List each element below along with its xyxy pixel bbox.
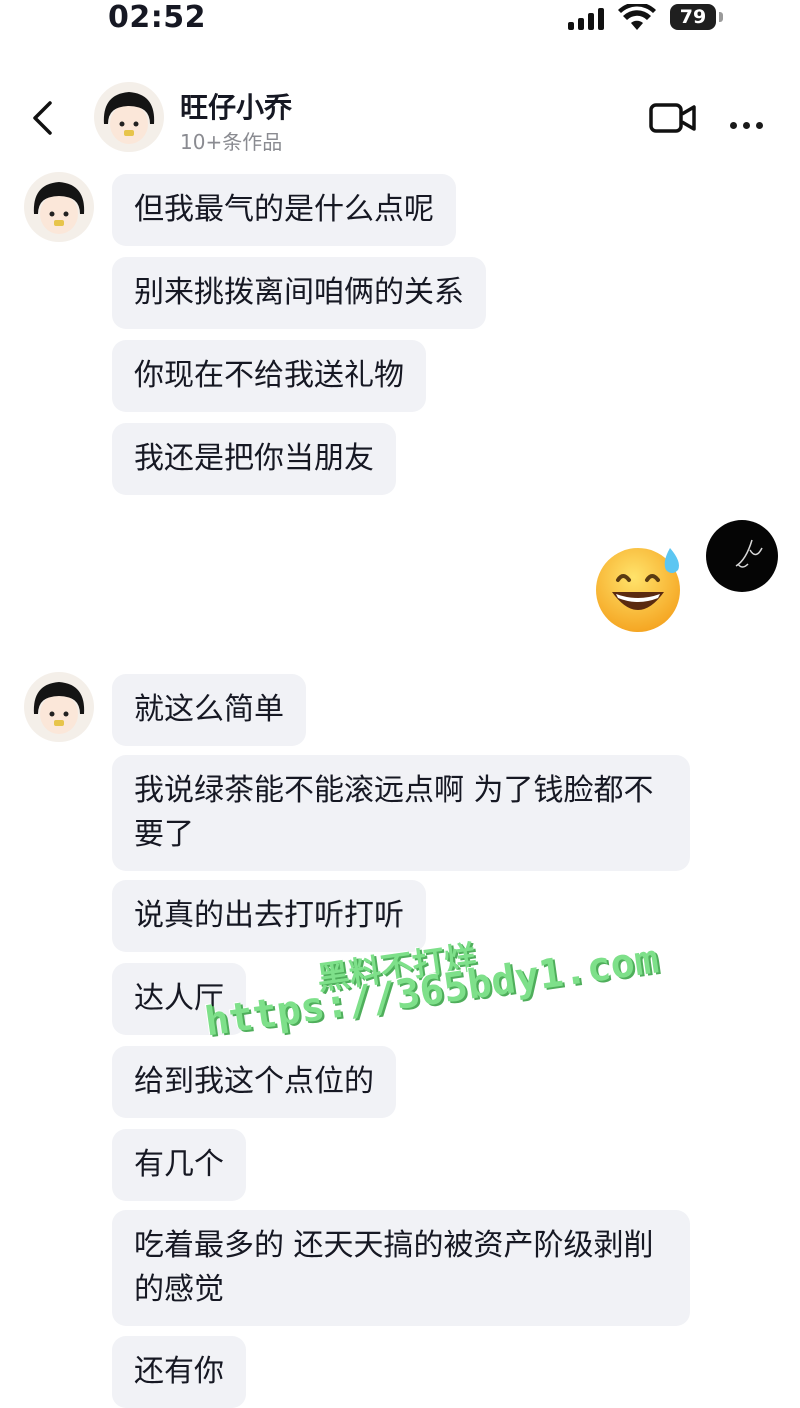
avatar[interactable]: [24, 172, 94, 242]
signal-icon: [568, 8, 608, 30]
my-avatar[interactable]: [706, 520, 778, 592]
chat-partner-name[interactable]: 旺仔小乔: [180, 86, 292, 126]
wifi-icon: [618, 4, 656, 30]
status-bar: 02:52 79: [0, 0, 800, 44]
avatar[interactable]: [24, 672, 94, 742]
message-bubble[interactable]: 给到我这个点位的: [112, 1046, 396, 1118]
message-bubble[interactable]: 就这么简单: [112, 674, 306, 746]
message-bubble[interactable]: 你现在不给我送礼物: [112, 340, 426, 412]
avatar[interactable]: [94, 82, 164, 152]
message-bubble[interactable]: 吃着最多的 还天天搞的被资产阶级剥削的感觉: [112, 1210, 690, 1326]
message-bubble[interactable]: 别来挑拨离间咱俩的关系: [112, 257, 486, 329]
status-time: 02:52: [108, 0, 206, 35]
battery-tip: [719, 12, 723, 22]
grinning-sweat-emoji-icon: [596, 548, 680, 632]
message-bubble[interactable]: 说真的出去打听打听: [112, 880, 426, 952]
message-bubble[interactable]: 但我最气的是什么点呢: [112, 174, 456, 246]
back-icon[interactable]: [28, 100, 58, 136]
battery-icon: 79: [670, 4, 716, 30]
message-bubble[interactable]: 还有你: [112, 1336, 246, 1408]
sent-emoji-message[interactable]: [592, 540, 688, 636]
avatar: [735, 539, 763, 568]
more-icon[interactable]: [730, 114, 769, 133]
video-call-icon[interactable]: [648, 100, 698, 136]
chat-header: 旺仔小乔 10+条作品: [0, 70, 800, 166]
works-count[interactable]: 10+条作品: [180, 126, 282, 155]
message-bubble[interactable]: 我还是把你当朋友: [112, 423, 396, 495]
message-bubble[interactable]: 我说绿茶能不能滚远点啊 为了钱脸都不要了: [112, 755, 690, 871]
message-bubble[interactable]: 有几个: [112, 1129, 246, 1201]
